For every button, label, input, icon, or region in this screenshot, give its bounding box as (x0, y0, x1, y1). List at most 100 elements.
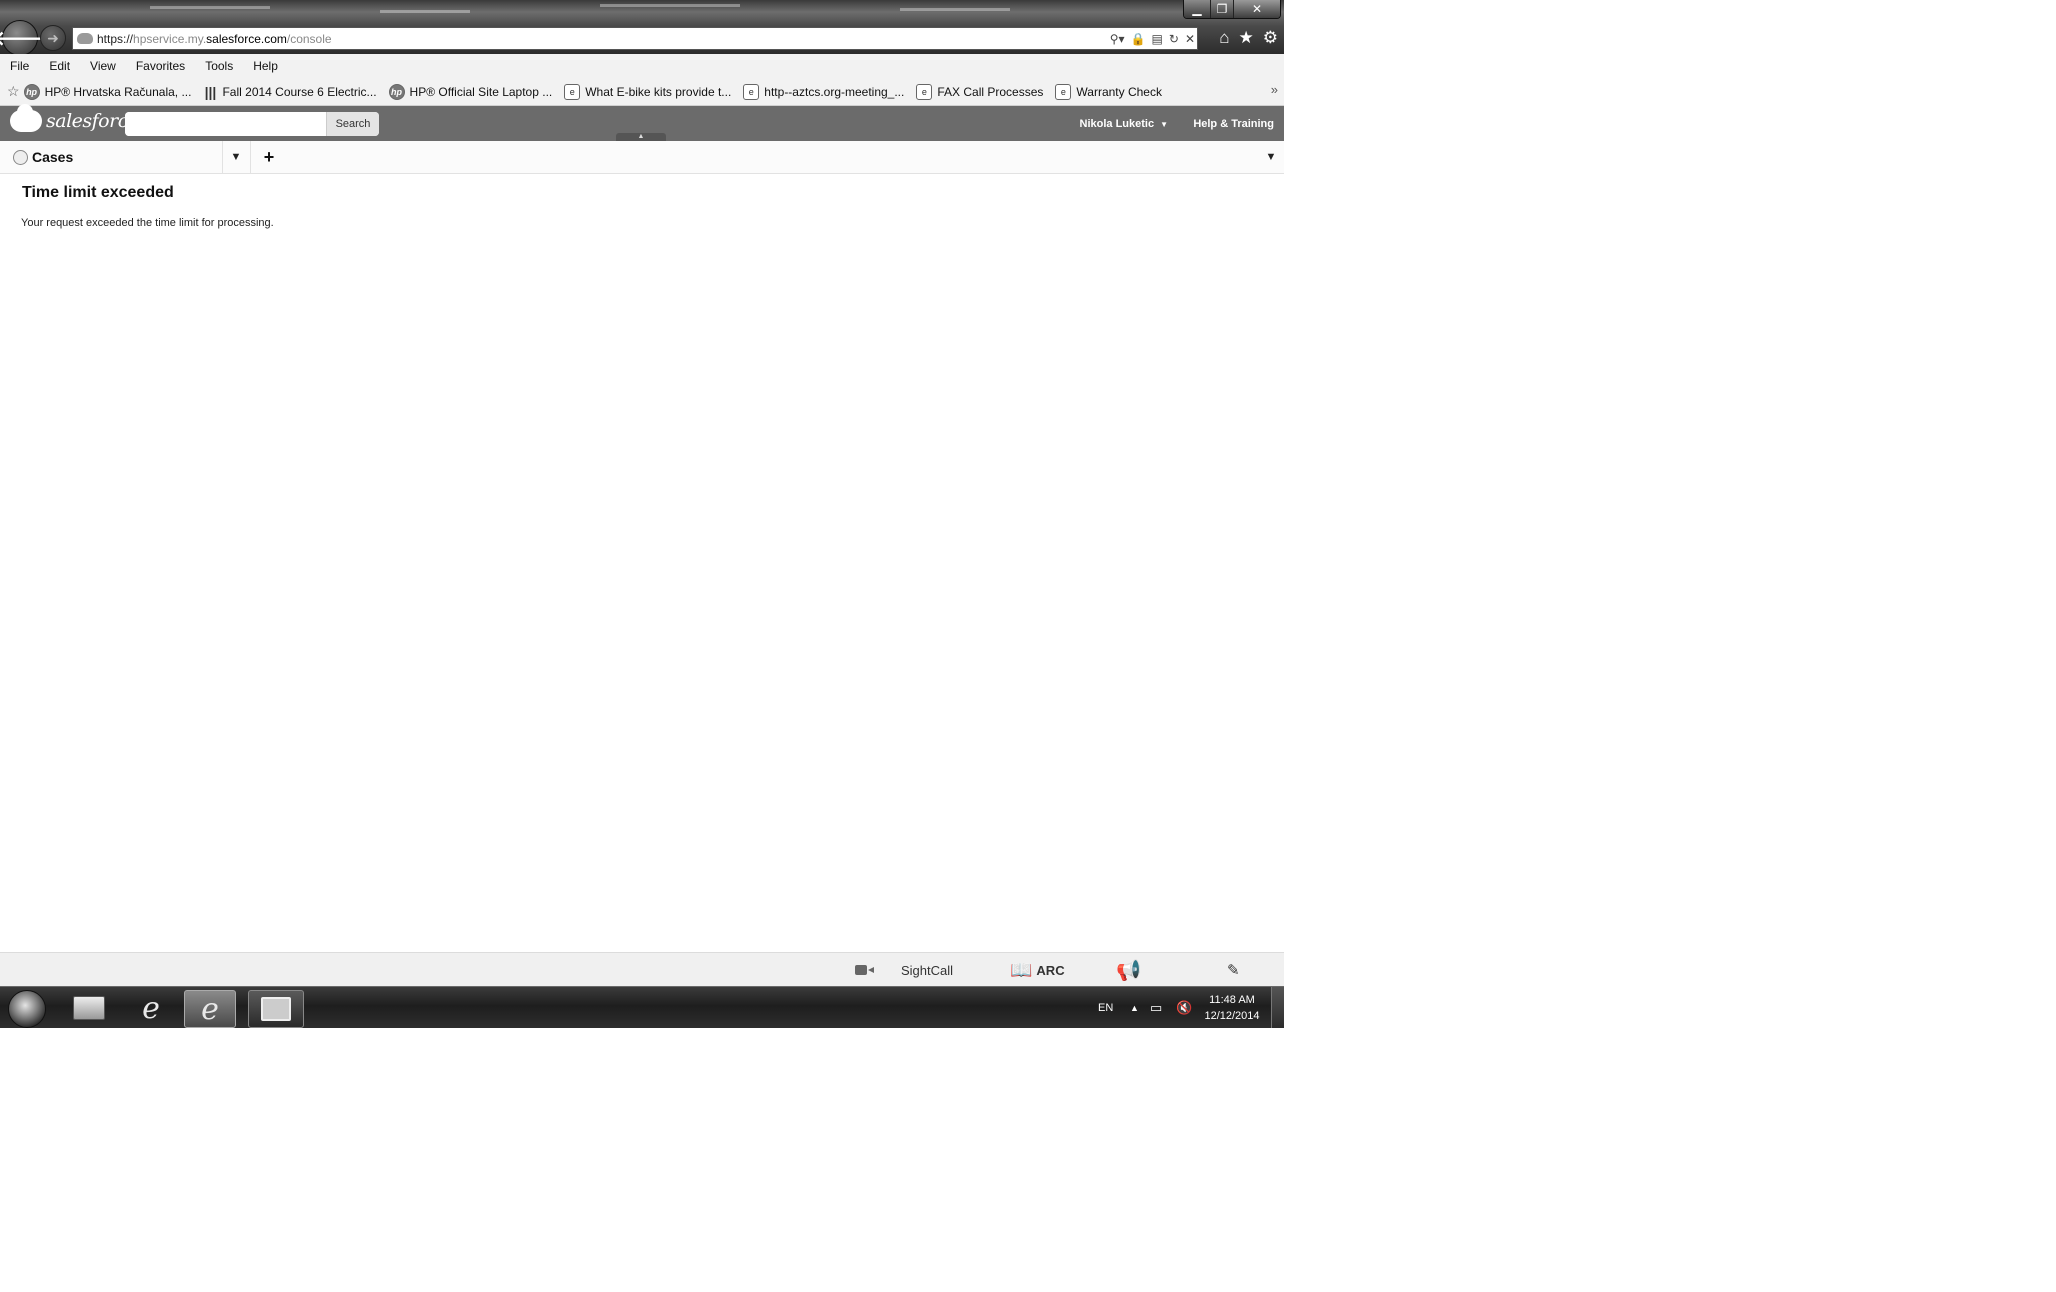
chevron-right-icon[interactable]: » (1271, 82, 1278, 97)
restore-button[interactable]: ❐ (1210, 0, 1233, 18)
salesforce-logo[interactable]: salesforce (10, 104, 139, 132)
monitor-icon (261, 997, 291, 1021)
favorite-link[interactable]: e http--aztcs.org-meeting_... (743, 83, 905, 100)
console-footer: SightCall 📖 ARC 📢 ✎ (0, 952, 1284, 987)
console-tab-bar: Cases ▼ + ▼ (0, 141, 1284, 174)
screenshot-area: ▁ ❐ ✕ 🡐 ➜ https:// hpservice.my. salesfo… (0, 0, 1284, 1028)
user-name: Nikola Luketic (1079, 118, 1155, 130)
internet-explorer-icon: e (201, 991, 219, 1027)
gear-icon[interactable]: ⚙ (1263, 28, 1278, 48)
volume-muted-icon[interactable]: 🔇 (1176, 987, 1192, 1028)
url-path: /console (286, 31, 332, 46)
global-search: Search (125, 112, 379, 136)
sightcall-button[interactable]: SightCall (901, 953, 953, 987)
tab-overflow-button[interactable]: ▼ (1262, 141, 1280, 173)
url-subdomain: hpservice.my. (133, 31, 207, 46)
navigation-dropdown-button[interactable]: ▼ (222, 141, 251, 173)
menu-view[interactable]: View (80, 59, 126, 73)
salesforce-header: salesforce Search ▲ Nikola Luketic ▼ Hel… (0, 104, 1284, 141)
start-button[interactable] (8, 990, 46, 1028)
menu-favorites[interactable]: Favorites (126, 59, 195, 73)
windows-taskbar: e e EN ▲ ▭ 🔇 11:48 AM 12/12/2014 (0, 986, 1284, 1028)
folder-icon (73, 996, 105, 1020)
minimize-button[interactable]: ▁ (1184, 0, 1210, 18)
compat-view-icon[interactable]: ▤ (1152, 32, 1163, 46)
favorites-bar: ☆ hp HP® Hrvatska Računala, ... ||| Fall… (0, 78, 1284, 106)
clock-date: 12/12/2014 (1204, 1010, 1260, 1022)
browser-titlebar: ▁ ❐ ✕ 🡐 ➜ https:// hpservice.my. salesfo… (0, 0, 1284, 56)
video-camera-icon[interactable] (855, 953, 874, 987)
address-bar[interactable]: https:// hpservice.my. salesforce.com /c… (72, 27, 1198, 50)
add-tab-button[interactable]: + (258, 141, 280, 173)
ie-taskbar-button[interactable]: e (126, 990, 176, 1026)
remote-app-taskbar-button[interactable] (248, 990, 304, 1028)
show-desktop-button[interactable] (1271, 987, 1284, 1028)
url-protocol: https:// (97, 31, 134, 46)
favorite-link[interactable]: e FAX Call Processes (916, 83, 1044, 100)
show-hidden-icons-icon[interactable]: ▲ (1130, 987, 1139, 1028)
favorites-star-icon[interactable]: ★ (1239, 28, 1254, 48)
explorer-taskbar-button[interactable] (64, 990, 114, 1026)
user-menu[interactable]: Nikola Luketic ▼ (1080, 118, 1169, 130)
arc-button[interactable]: 📖 ARC (1010, 953, 1065, 987)
window-controls: ▁ ❐ ✕ (1183, 0, 1281, 19)
menu-help[interactable]: Help (243, 59, 288, 73)
search-icon[interactable]: ⚲▾ (1110, 32, 1125, 46)
collapse-header-handle[interactable]: ▲ (616, 133, 666, 141)
site-favicon-icon (77, 33, 93, 44)
navigation-tab-cases[interactable]: Cases (0, 141, 223, 173)
favorite-link[interactable]: e What E-bike kits provide t... (564, 83, 732, 100)
menu-edit[interactable]: Edit (39, 59, 80, 73)
favorite-label: Warranty Check (1076, 84, 1162, 99)
hp-icon: hp (388, 83, 405, 100)
favorite-label: http--aztcs.org-meeting_... (764, 84, 905, 99)
help-training-link[interactable]: Help & Training (1193, 118, 1274, 130)
favorite-label: What E-bike kits provide t... (585, 84, 732, 99)
favorite-label: HP® Official Site Laptop ... (409, 84, 553, 99)
ie-page-icon: e (743, 83, 760, 100)
home-icon[interactable]: ⌂ (1219, 28, 1229, 48)
add-favorite-star-icon[interactable]: ☆ (7, 83, 20, 100)
hp-icon: hp (23, 83, 40, 100)
favorite-link[interactable]: hp HP® Hrvatska Računala, ... (23, 83, 192, 100)
favorite-link[interactable]: e Warranty Check (1055, 83, 1162, 100)
chevron-down-icon: ▼ (1160, 119, 1168, 129)
search-button[interactable]: Search (326, 112, 379, 136)
menu-bar: File Edit View Favorites Tools Help (0, 54, 1284, 78)
favorite-label: Fall 2014 Course 6 Electric... (222, 84, 377, 99)
forward-button[interactable]: ➜ (40, 25, 66, 51)
menu-file[interactable]: File (0, 59, 39, 73)
search-input[interactable] (125, 112, 337, 136)
mit-icon: ||| (204, 83, 217, 100)
error-title: Time limit exceeded (22, 184, 174, 201)
cases-icon (13, 149, 28, 165)
book-icon: 📖 (1010, 959, 1033, 980)
close-window-button[interactable]: ✕ (1233, 0, 1280, 18)
error-message: Your request exceeded the time limit for… (21, 217, 274, 229)
lock-icon[interactable]: 🔒 (1131, 32, 1146, 46)
ie-page-icon: e (564, 83, 581, 100)
menu-tools[interactable]: Tools (195, 59, 243, 73)
stop-icon[interactable]: ✕ (1185, 32, 1195, 46)
language-indicator[interactable]: EN (1098, 987, 1113, 1028)
notes-icon[interactable]: ✎ (1227, 953, 1240, 987)
system-clock[interactable]: 11:48 AM 12/12/2014 (1200, 987, 1264, 1028)
refresh-icon[interactable]: ↻ (1169, 32, 1179, 46)
ie-active-taskbar-button[interactable]: e (184, 990, 236, 1028)
network-icon[interactable]: ▭ (1150, 987, 1162, 1028)
favorite-label: HP® Hrvatska Računala, ... (44, 84, 192, 99)
cloud-logo-icon (10, 104, 42, 132)
main-content: Time limit exceeded Your request exceede… (0, 174, 1284, 952)
favorite-label: FAX Call Processes (937, 84, 1044, 99)
ie-page-icon: e (916, 83, 933, 100)
ie-page-icon: e (1055, 83, 1072, 100)
arc-label: ARC (1036, 962, 1065, 978)
url-host: salesforce.com (206, 31, 287, 46)
favorite-link[interactable]: hp HP® Official Site Laptop ... (388, 83, 553, 100)
back-button[interactable]: 🡐 (0, 20, 47, 56)
megaphone-icon[interactable]: 📢 (1116, 953, 1141, 987)
clock-time: 11:48 AM (1209, 994, 1255, 1006)
favorite-link[interactable]: ||| Fall 2014 Course 6 Electric... (203, 83, 377, 100)
tab-label: Cases (32, 149, 74, 165)
internet-explorer-icon: e (142, 990, 160, 1026)
